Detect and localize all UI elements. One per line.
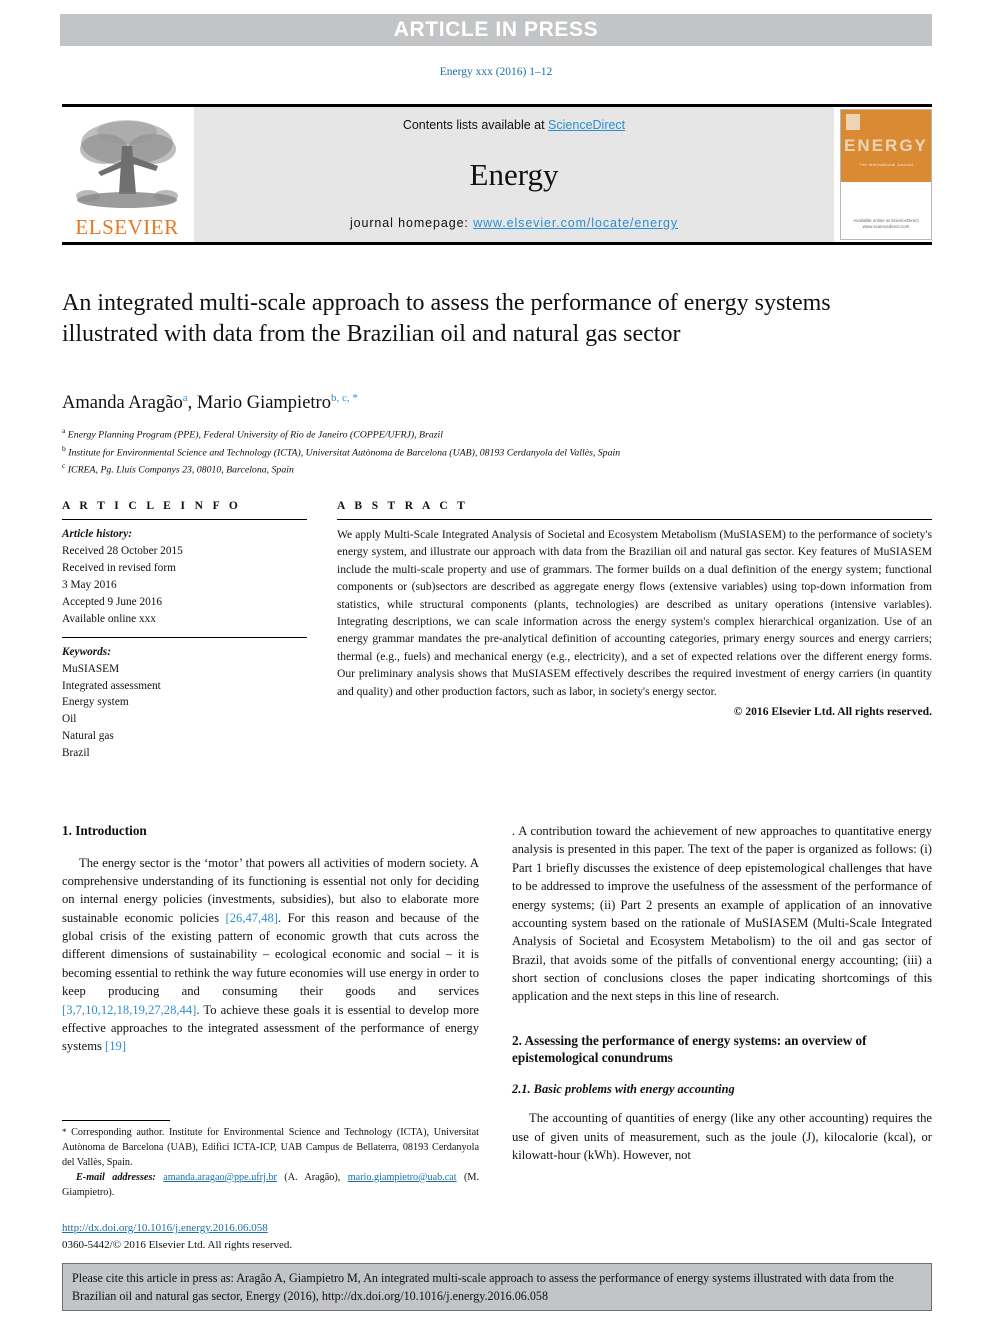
email-link-aragao[interactable]: amanda.aragao@ppe.ufrj.br: [163, 1172, 277, 1183]
article-info-panel: A R T I C L E I N F O Article history: R…: [62, 500, 307, 762]
email-addresses-label: E-mail addresses:: [76, 1171, 156, 1183]
affiliation-text: Energy Planning Program (PPE), Federal U…: [67, 429, 443, 441]
journal-homepage-line: journal homepage: www.elsevier.com/locat…: [350, 216, 678, 230]
section-heading-assessing-performance: 2. Assessing the performance of energy s…: [512, 1032, 867, 1066]
keywords-label: Keywords:: [62, 645, 111, 658]
journal-title: Energy: [469, 156, 559, 192]
footnote-divider: [62, 1120, 170, 1121]
article-history-label: Article history:: [62, 528, 132, 540]
abstract-copyright: © 2016 Elsevier Ltd. All rights reserved…: [733, 704, 932, 718]
contents-prefix: Contents lists available at: [402, 118, 549, 132]
subsection-paragraph: The accounting of quantities of energy (…: [512, 1111, 932, 1163]
elsevier-tree-icon: [76, 120, 178, 208]
journal-masthead: ELSEVIER Contents lists available at Sci…: [62, 104, 932, 245]
doi-link[interactable]: http://dx.doi.org/10.1016/j.energy.2016.…: [62, 1222, 268, 1234]
body-column-right: . A contribution toward the achievement …: [512, 822, 932, 1164]
author-affil-mark-2: b, c, *: [330, 392, 358, 404]
body-column-left: 1. Introduction The energy sector is the…: [62, 822, 479, 1056]
footnote-block: * Corresponding author. Institute for En…: [62, 1120, 479, 1200]
affiliation-text: ICREA, Pg. Lluís Companys 23, 08010, Bar…: [67, 464, 294, 476]
homepage-prefix: journal homepage:: [349, 216, 474, 230]
sciencedirect-link[interactable]: ScienceDirect: [548, 118, 625, 132]
keywords-block: Keywords: MuSIASEM Integrated assessment…: [62, 644, 307, 763]
section-heading-introduction: 1. Introduction: [62, 823, 147, 838]
article-in-press-label: ARTICLE IN PRESS: [393, 18, 599, 41]
history-line: Accepted 9 June 2016: [62, 595, 163, 608]
keyword-item: Oil: [62, 713, 77, 726]
keyword-item: MuSIASEM: [62, 662, 120, 675]
affiliation-item: b Institute for Environmental Science an…: [62, 443, 922, 461]
subsection-heading-basic-problems: 2.1. Basic problems with energy accounti…: [512, 1081, 735, 1096]
affiliation-mark: a: [62, 426, 66, 435]
journal-homepage-link[interactable]: www.elsevier.com/locate/energy: [473, 216, 678, 230]
keyword-item: Integrated assessment: [62, 679, 161, 692]
cover-title: ENERGY: [844, 136, 928, 155]
article-first-page: ARTICLE IN PRESS Energy xxx (2016) 1–12: [0, 0, 992, 1323]
article-info-rule: [62, 519, 307, 520]
keyword-item: Brazil: [62, 747, 90, 760]
affiliation-list: a Energy Planning Program (PPE), Federal…: [62, 425, 922, 478]
email-who-1: (A. Aragão),: [276, 1171, 348, 1183]
issn-copyright-line: 0360-5442/© 2016 Elsevier Ltd. All right…: [62, 1239, 293, 1252]
email-note: E-mail addresses: amanda.aragao@ppe.ufrj…: [62, 1171, 479, 1201]
journal-cover-thumbnail: ENERGY The International Journal Availab…: [840, 109, 932, 240]
keyword-item: Energy system: [62, 696, 129, 709]
intro-paragraph-part1: The energy sector is the ‘motor’ that po…: [62, 854, 479, 1056]
history-line: Received 28 October 2015: [62, 544, 183, 557]
elsevier-logo: ELSEVIER: [62, 107, 192, 242]
citation-ref-26-47-48[interactable]: [26,47,48]: [226, 911, 278, 925]
doi-block: http://dx.doi.org/10.1016/j.energy.2016.…: [62, 1220, 492, 1254]
corresponding-author-note: * Corresponding author. Institute for En…: [62, 1126, 479, 1171]
citation-ref-19[interactable]: [19]: [105, 1039, 126, 1053]
author-affil-mark-1: a: [182, 392, 188, 404]
abstract-text: We apply Multi-Scale Integrated Analysis…: [337, 528, 932, 698]
affiliation-text: Institute for Environmental Science and …: [68, 447, 621, 458]
cover-footer: Available online at ScienceDirect www.sc…: [853, 217, 919, 230]
corresponding-author-text: Corresponding author. Institute for Envi…: [62, 1127, 479, 1168]
affiliation-mark: b: [62, 443, 66, 453]
author-list: Amanda Aragãoa, Mario Giampietrob, c, *: [62, 392, 358, 414]
citation-ref-multi[interactable]: [3,7,10,12,18,19,27,28,44]: [62, 1003, 196, 1017]
email-link-giampietro[interactable]: mario.giampietro@uab.cat: [348, 1172, 457, 1183]
affiliation-mark: c: [62, 461, 66, 471]
author-name-2: Mario Giampietro: [196, 393, 331, 414]
history-line: Received in revised form: [62, 561, 176, 574]
author-name-1: Amanda Aragão: [62, 393, 183, 414]
abstract-panel: A B S T R A C T We apply Multi-Scale Int…: [337, 500, 932, 718]
article-history-block: Article history: Received 28 October 201…: [62, 526, 307, 628]
history-line: Available online xxx: [62, 612, 156, 625]
contents-available-line: Contents lists available at ScienceDirec…: [403, 118, 625, 132]
history-line: 3 May 2016: [62, 578, 117, 591]
article-in-press-banner: ARTICLE IN PRESS: [60, 14, 932, 46]
page-title: An integrated multi-scale approach to as…: [62, 290, 831, 348]
masthead-center: Contents lists available at ScienceDirec…: [194, 107, 834, 242]
running-head: Energy xxx (2016) 1–12: [439, 66, 553, 78]
abstract-rule: [337, 519, 932, 520]
intro-paragraph-part2: . A contribution toward the achievement …: [512, 824, 932, 1004]
please-cite-box: Please cite this article in press as: Ar…: [62, 1263, 932, 1311]
cover-subtitle: The International Journal: [858, 162, 914, 167]
affiliation-item: c ICREA, Pg. Lluís Companys 23, 08010, B…: [62, 460, 922, 478]
affiliation-item: a Energy Planning Program (PPE), Federal…: [62, 425, 922, 443]
article-info-heading: A R T I C L E I N F O: [62, 500, 242, 512]
abstract-heading: A B S T R A C T: [337, 500, 469, 512]
cover-logo-mark: [846, 114, 860, 130]
elsevier-wordmark: ELSEVIER: [75, 215, 179, 239]
keyword-item: Natural gas: [62, 730, 114, 743]
keywords-rule: [62, 636, 307, 638]
